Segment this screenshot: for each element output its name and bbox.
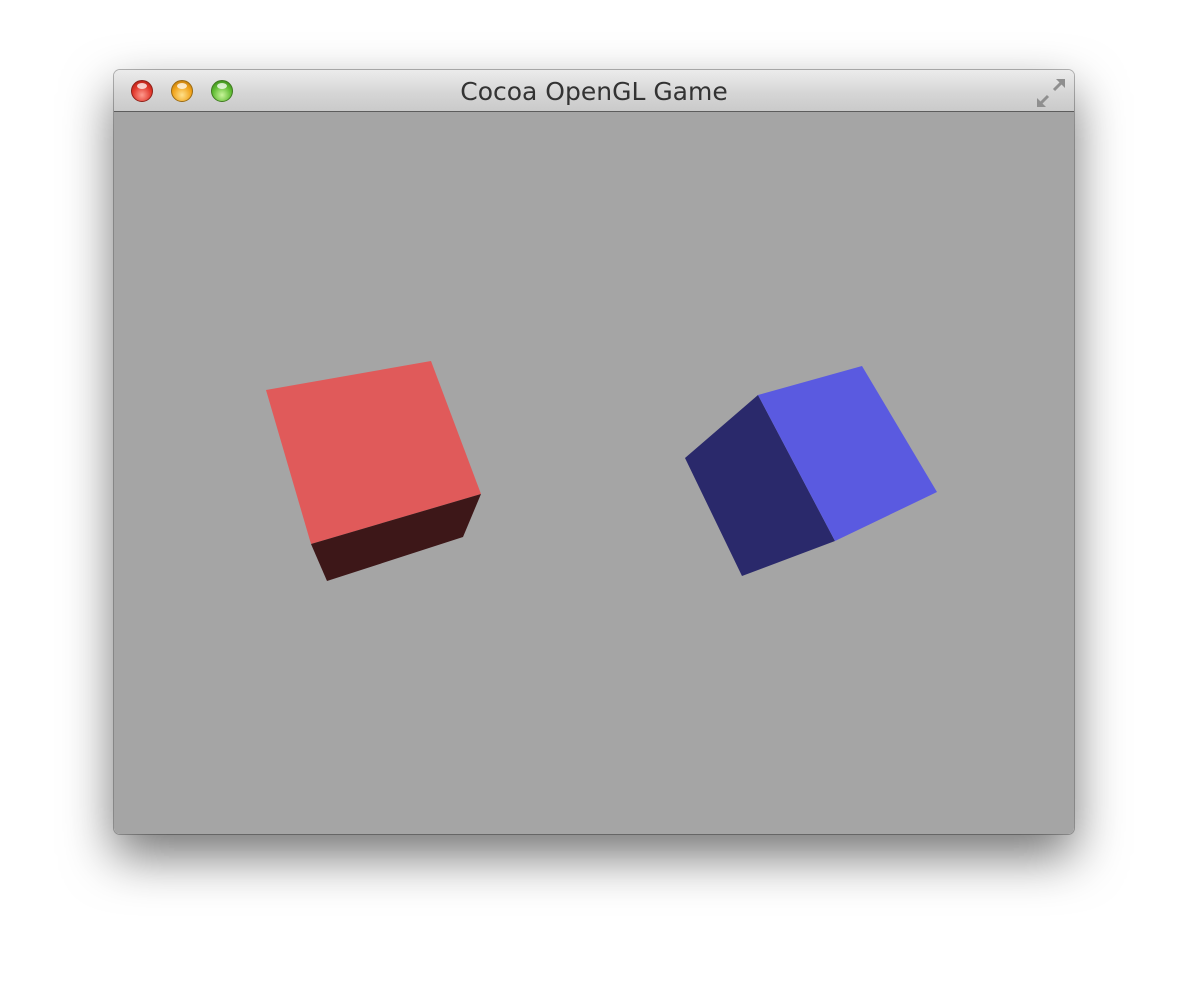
fullscreen-arrows-icon[interactable] bbox=[1036, 78, 1066, 108]
window-title: Cocoa OpenGL Game bbox=[460, 77, 728, 106]
opengl-view[interactable] bbox=[114, 112, 1074, 834]
title-bar[interactable]: Cocoa OpenGL Game bbox=[114, 70, 1074, 112]
blue-cube bbox=[685, 366, 937, 576]
red-cube bbox=[266, 361, 481, 581]
app-window: Cocoa OpenGL Game bbox=[114, 70, 1074, 834]
scene-canvas bbox=[266, 361, 937, 581]
